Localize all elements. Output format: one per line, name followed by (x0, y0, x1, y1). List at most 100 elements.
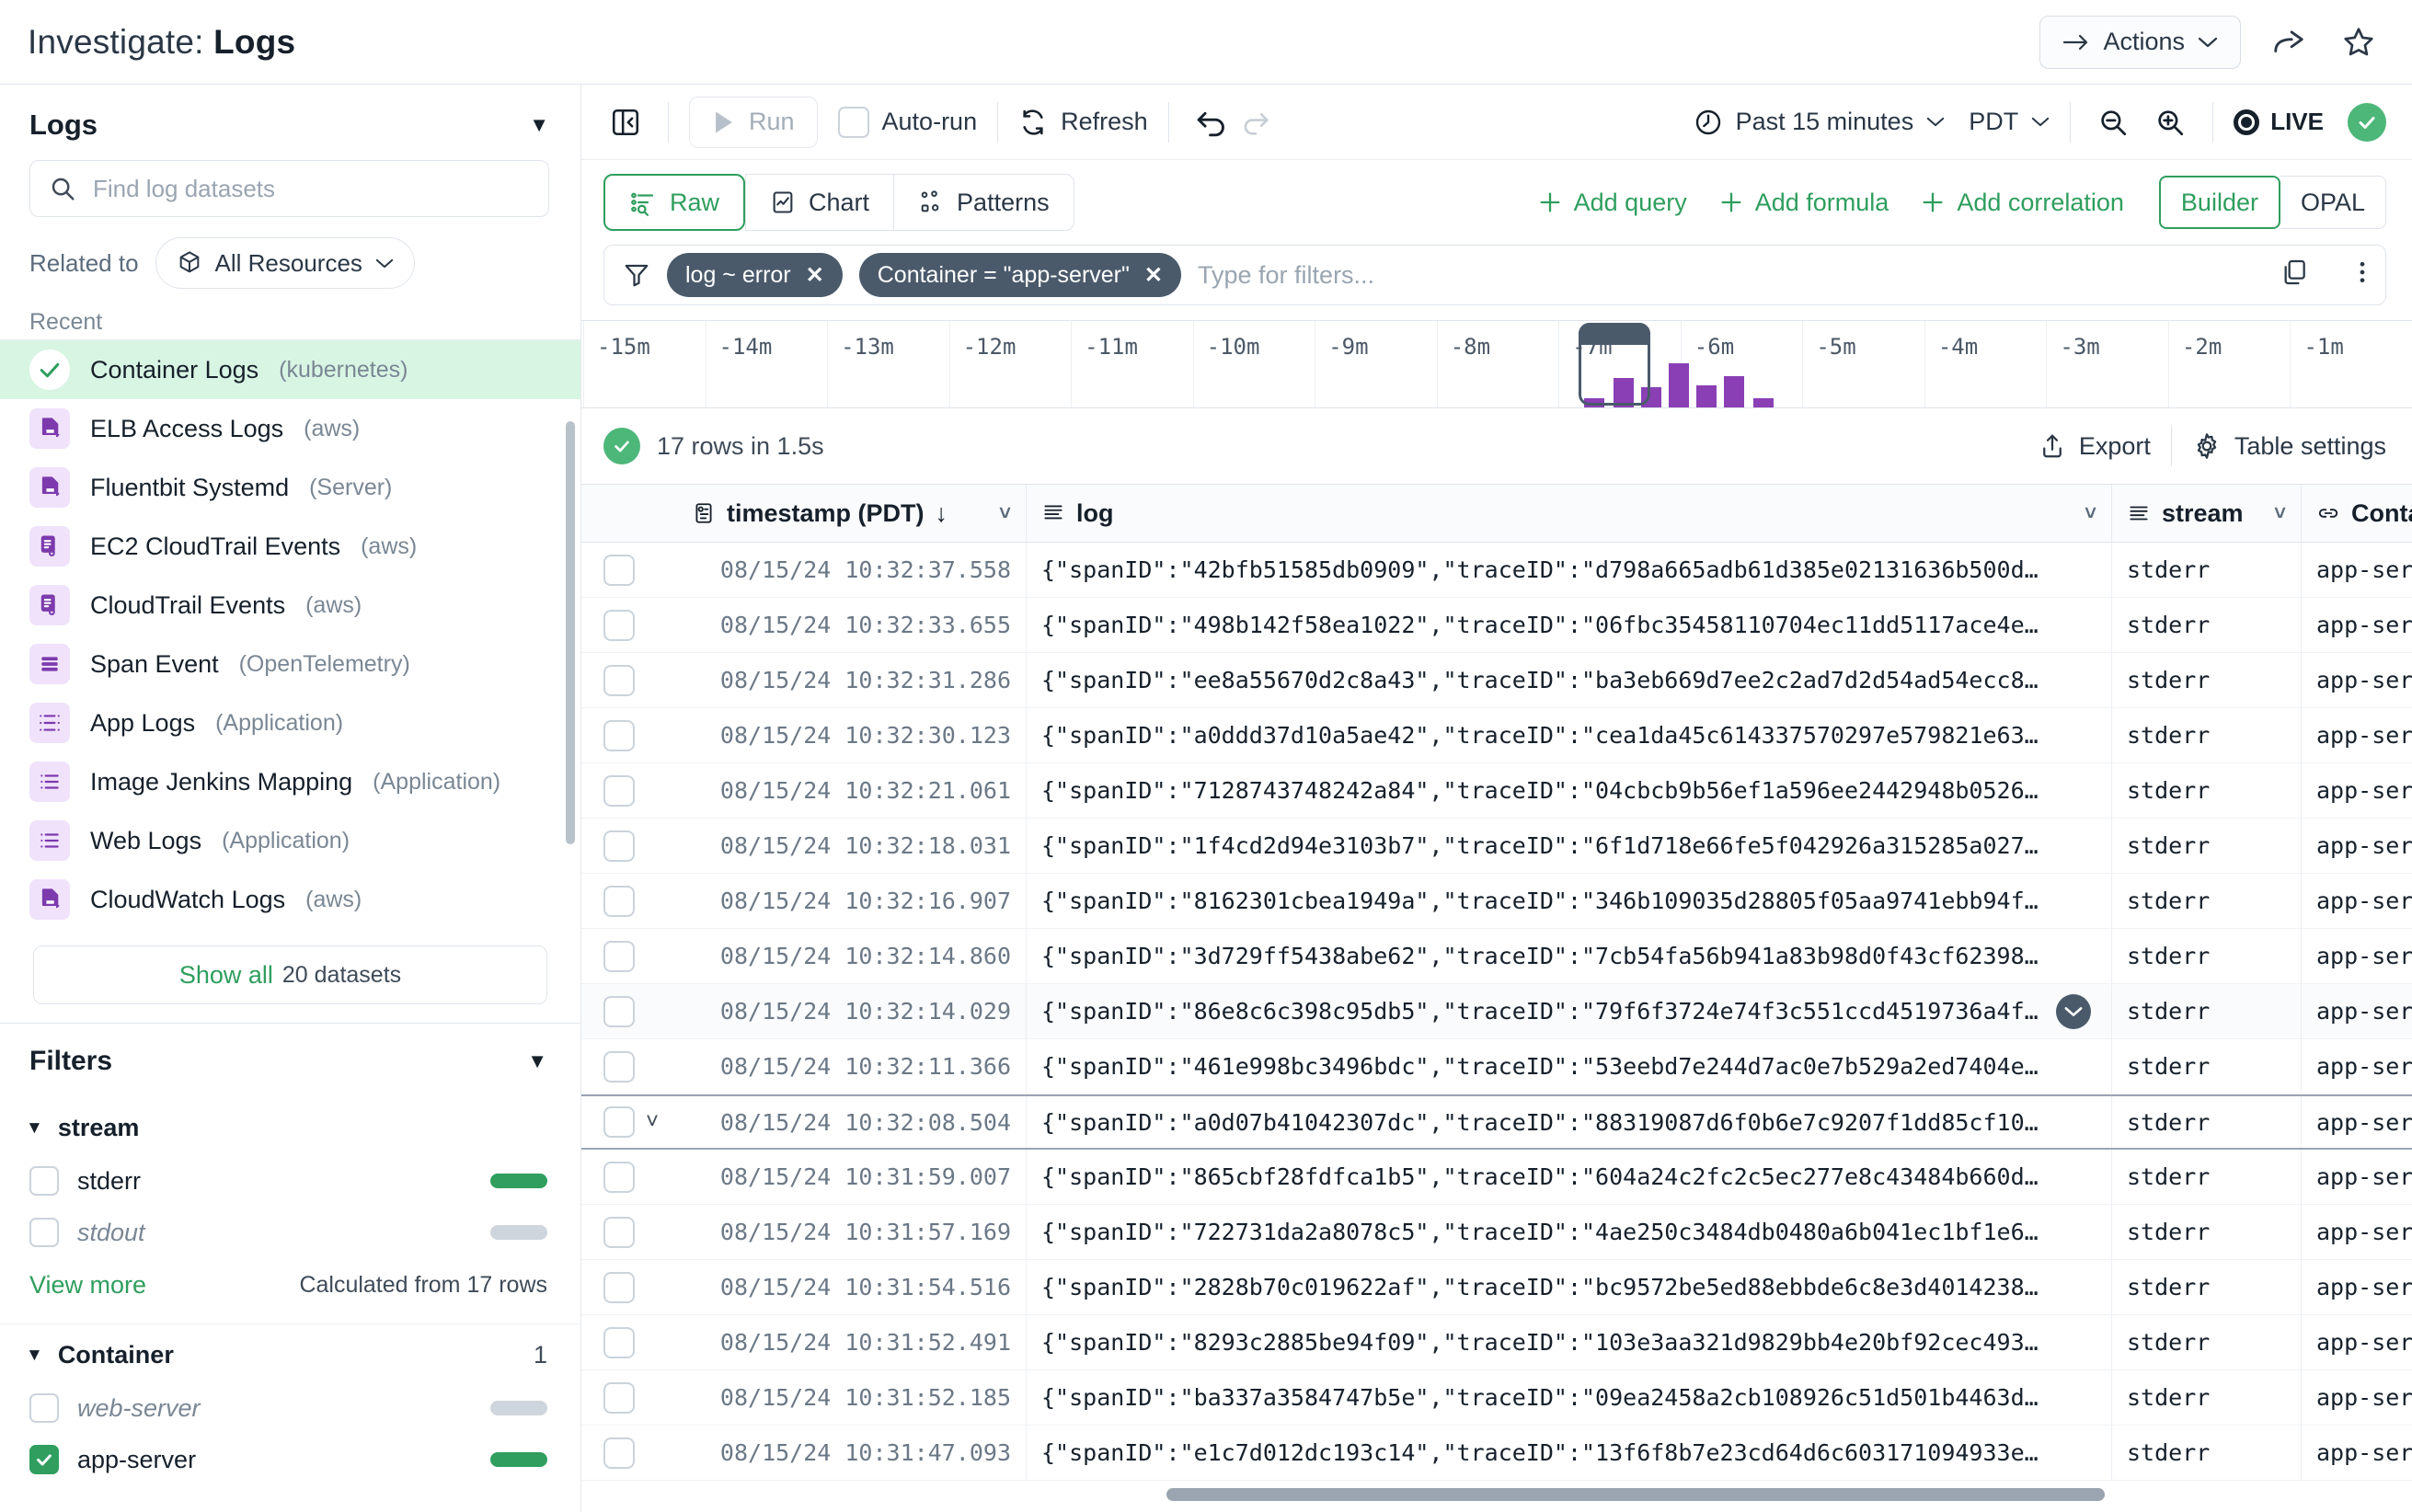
table-row[interactable]: 08/15/24 10:32:18.031 {"spanID":"1f4cd2d9… (581, 819, 2412, 874)
row-checkbox[interactable] (603, 1050, 635, 1082)
dataset-item[interactable]: Web Logs (Application) (0, 811, 580, 870)
filter-chip[interactable]: log ~ error ✕ (667, 253, 843, 297)
cell-log[interactable]: {"spanID":"865cbf28fdfca1b5","traceID":"… (1027, 1150, 2112, 1204)
row-checkbox[interactable] (603, 1106, 635, 1138)
row-expand-badge-icon[interactable] (2056, 993, 2091, 1029)
row-expand-chevron-icon[interactable]: ˅ (646, 1109, 659, 1135)
dataset-item[interactable]: Image Jenkins Mapping (Application) (0, 752, 580, 811)
filter-value-row[interactable]: stderr (0, 1155, 580, 1207)
table-row[interactable]: 08/15/24 10:31:47.093 {"spanID":"e1c7d012… (581, 1426, 2412, 1481)
add-correlation-button[interactable]: Add correlation (1920, 189, 2124, 217)
dataset-item[interactable]: App Logs (Application) (0, 693, 580, 752)
cell-log[interactable]: {"spanID":"1f4cd2d94e3103b7","traceID":"… (1027, 819, 2112, 873)
tab-patterns[interactable]: Patterns (893, 174, 1074, 231)
table-row[interactable]: 08/15/24 10:32:30.123 {"spanID":"a0ddd37d… (581, 708, 2412, 763)
add-formula-button[interactable]: Add formula (1718, 189, 1889, 217)
zoom-in-icon[interactable] (2148, 100, 2192, 144)
row-checkbox[interactable] (603, 554, 635, 586)
filter-input-wrap[interactable]: log ~ error ✕ Container = "app-server" ✕… (603, 245, 2386, 305)
row-checkbox[interactable] (603, 774, 635, 807)
panel-collapse-icon[interactable] (603, 100, 648, 144)
filter-value-checkbox[interactable] (29, 1445, 59, 1474)
resource-selector[interactable]: All Resources (155, 237, 415, 289)
sort-desc-icon[interactable]: ↓ (936, 499, 948, 528)
dataset-item[interactable]: CloudTrail Events (aws) (0, 576, 580, 635)
table-row[interactable]: 08/15/24 10:32:11.366 {"spanID":"461e998b… (581, 1039, 2412, 1094)
table-row[interactable]: 08/15/24 10:31:52.185 {"spanID":"ba337a35… (581, 1370, 2412, 1426)
view-more-link[interactable]: View more (29, 1271, 146, 1300)
timeline-bar[interactable] (1724, 376, 1744, 407)
undo-icon[interactable] (1189, 100, 1234, 144)
mode-builder[interactable]: Builder (2158, 176, 2280, 229)
timezone-selector[interactable]: PDT (1969, 108, 2050, 136)
sidebar-collapse-caret-icon[interactable]: ▼ (529, 115, 549, 135)
chevron-down-icon[interactable]: ˅ (2085, 501, 2096, 525)
row-checkbox[interactable] (603, 1381, 635, 1414)
row-checkbox[interactable] (603, 995, 635, 1027)
time-range-selector[interactable]: Past 15 minutes (1694, 108, 1946, 137)
filters-collapse-caret-icon[interactable]: ▼ (527, 1051, 547, 1071)
cell-log[interactable]: {"spanID":"8293c2885be94f09","traceID":"… (1027, 1315, 2112, 1369)
table-header-log[interactable]: log ˅ (1027, 485, 2112, 542)
dataset-item[interactable]: Span Event (OpenTelemetry) (0, 635, 580, 693)
timeline-bar[interactable] (1584, 398, 1604, 407)
row-checkbox[interactable] (603, 719, 635, 751)
caret-down-icon[interactable]: ▼ (26, 1346, 43, 1366)
export-button[interactable]: Export (2039, 432, 2151, 461)
timeline-histogram[interactable]: -15m -14m -13m -12m -11m -10m -9m -8m -7m -6m -5m -… (581, 320, 2412, 408)
tab-chart[interactable]: Chart (745, 174, 894, 231)
refresh-button[interactable]: Refresh (1018, 108, 1148, 137)
row-checkbox[interactable] (603, 1216, 635, 1248)
filter-value-checkbox[interactable] (29, 1218, 59, 1247)
caret-down-icon[interactable]: ▼ (26, 1118, 43, 1139)
dataset-search-box[interactable] (29, 160, 549, 217)
dataset-search-input[interactable] (93, 174, 530, 203)
run-button[interactable]: Run (689, 96, 818, 148)
filter-value-checkbox[interactable] (29, 1393, 59, 1423)
filter-value-row[interactable]: app-server (0, 1434, 580, 1485)
cell-log[interactable]: {"spanID":"e1c7d012dc193c14","traceID":"… (1027, 1426, 2112, 1480)
table-settings-button[interactable]: Table settings (2192, 431, 2386, 461)
table-row[interactable]: 08/15/24 10:31:52.491 {"spanID":"8293c288… (581, 1315, 2412, 1370)
cell-log[interactable]: {"spanID":"498b142f58ea1022","traceID":"… (1027, 598, 2112, 652)
cell-log[interactable]: {"spanID":"461e998bc3496bdc","traceID":"… (1027, 1039, 2112, 1094)
cell-log[interactable]: {"spanID":"2828b70c019622af","traceID":"… (1027, 1260, 2112, 1314)
zoom-out-icon[interactable] (2091, 100, 2135, 144)
cell-log[interactable]: {"spanID":"a0d07b41042307dc","traceID":"… (1027, 1096, 2112, 1148)
table-row[interactable]: 08/15/24 10:32:14.029 {"spanID":"86e8c6c3… (581, 984, 2412, 1039)
cell-log[interactable]: {"spanID":"42bfb51585db0909","traceID":"… (1027, 543, 2112, 597)
more-vertical-icon[interactable] (2340, 250, 2384, 294)
table-row[interactable]: 08/15/24 10:32:21.061 {"spanID":"71287437… (581, 763, 2412, 819)
table-header-stream[interactable]: stream ˅ (2112, 485, 2302, 542)
tab-raw[interactable]: Raw (603, 174, 746, 231)
cell-log[interactable]: {"spanID":"a0ddd37d10a5ae42","traceID":"… (1027, 708, 2112, 762)
cell-log[interactable]: {"spanID":"ba337a3584747b5e","traceID":"… (1027, 1370, 2112, 1425)
dataset-item[interactable]: ELB Access Logs (aws) (0, 399, 580, 458)
row-checkbox[interactable] (603, 1437, 635, 1469)
cell-log[interactable]: {"spanID":"722731da2a8078c5","traceID":"… (1027, 1205, 2112, 1259)
table-row[interactable]: 08/15/24 10:31:57.169 {"spanID":"722731da… (581, 1205, 2412, 1260)
table-row[interactable]: 08/15/24 10:31:54.516 {"spanID":"2828b70c… (581, 1260, 2412, 1315)
filter-value-row[interactable]: web-server (0, 1382, 580, 1434)
row-checkbox[interactable] (603, 1326, 635, 1358)
row-checkbox[interactable] (603, 885, 635, 917)
dataset-item[interactable]: Container Logs (kubernetes) (0, 340, 580, 399)
table-header-timestamp[interactable]: timestamp (PDT) ↓ ˅ (677, 485, 1027, 542)
timeline-bar[interactable] (1696, 385, 1717, 407)
row-checkbox[interactable] (603, 664, 635, 696)
star-icon[interactable] (2337, 20, 2381, 64)
dataset-item[interactable]: Fluentbit Systemd (Server) (0, 458, 580, 517)
filter-chip[interactable]: Container = "app-server" ✕ (858, 253, 1181, 297)
row-checkbox[interactable] (603, 1271, 635, 1303)
cell-log[interactable]: {"spanID":"ee8a55670d2c8a43","traceID":"… (1027, 653, 2112, 707)
filter-value-row[interactable]: stdout (0, 1207, 580, 1258)
copy-icon[interactable] (2272, 250, 2316, 294)
filter-input-placeholder[interactable]: Type for filters... (1198, 261, 1374, 290)
auto-run-toggle[interactable]: Auto-run (837, 106, 977, 138)
cell-log[interactable]: {"spanID":"86e8c6c398c95db5","traceID":"… (1027, 984, 2112, 1038)
timeline-bar[interactable] (1614, 378, 1634, 407)
row-checkbox[interactable] (603, 830, 635, 862)
dataset-item[interactable]: CloudWatch Logs (aws) (0, 870, 580, 929)
table-header-container[interactable]: Conta (2302, 485, 2412, 542)
table-row[interactable]: 08/15/24 10:32:14.860 {"spanID":"3d729ff5… (581, 929, 2412, 984)
